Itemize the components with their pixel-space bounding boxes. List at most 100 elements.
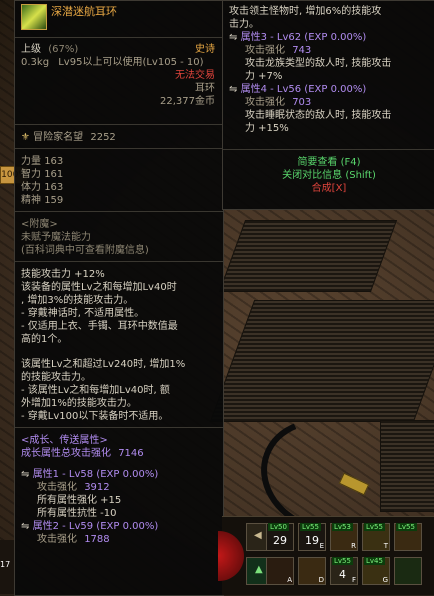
- attr3-atk-row: 攻击强化 743: [229, 44, 429, 57]
- attr3-atk-label: 攻击强化: [245, 45, 285, 56]
- floor-grate: [218, 220, 398, 292]
- stat-value: 161: [44, 169, 64, 180]
- stat-row: 精神 159: [21, 194, 217, 207]
- shuffle-icon: ⇋: [229, 32, 238, 43]
- shuffle-icon: ⇋: [21, 469, 30, 480]
- attr2-header-row: ⇋ 属性2 - Lv59 (EXP 0.00%): [21, 520, 217, 533]
- skill-line: - 穿戴神话时, 不适用属性。: [21, 308, 145, 319]
- attr1-atk-row: 攻击强化 3912: [21, 481, 217, 494]
- arrow-icon: ◀: [254, 530, 262, 541]
- attr1-header-row: ⇋ 属性1 - Lv58 (EXP 0.00%): [21, 468, 217, 481]
- skill-slot[interactable]: Lv55: [394, 523, 422, 551]
- slot-key: T: [383, 542, 388, 550]
- slot-key: R: [351, 542, 356, 550]
- slot-count: 29: [273, 534, 287, 547]
- hp-orb: [218, 531, 244, 581]
- stat-label: 智力: [21, 169, 41, 180]
- attr2-header: 属性2 - Lv59 (EXP 0.00%): [32, 521, 159, 532]
- arrow-icon: ▲: [255, 564, 263, 575]
- attr3-line: 攻击龙族类型的敌人时, 技能攻击: [245, 58, 392, 69]
- attr1-line: 所有属性抗性 -10: [37, 508, 117, 519]
- skill-slot[interactable]: Lv45 G: [362, 557, 390, 585]
- growth-title: <成长、传送属性>: [21, 435, 108, 446]
- item-icon: [21, 4, 47, 30]
- skill-slot[interactable]: A: [266, 557, 294, 585]
- slot-count: 4: [339, 568, 346, 581]
- growth-total-row: 成长属性总攻击强化 7146: [21, 447, 217, 460]
- skill-line: 该属性Lv之和超过Lv240时, 增加1%: [21, 359, 186, 370]
- attr4-atk-row: 攻击强化 703: [229, 96, 429, 109]
- stat-value: 163: [44, 182, 64, 193]
- skill-slot[interactable]: Lv55 T: [362, 523, 390, 551]
- skill-slot[interactable]: Lv55 19 E: [298, 523, 326, 551]
- shuffle-icon: ⇋: [21, 521, 30, 532]
- enchant-line: (百科词典中可查看附魔信息): [21, 245, 149, 256]
- attr4-atk-label: 攻击强化: [245, 97, 285, 108]
- level-requirement: Lv95以上可以使用(Lv105 - 10): [58, 57, 204, 68]
- attr2-atk-row: 攻击强化 1788: [21, 533, 217, 546]
- skill-slot[interactable]: Lv50 29: [266, 523, 294, 551]
- skill-slot[interactable]: D: [298, 557, 326, 585]
- hint-close-compare[interactable]: 关闭对比信息 (Shift): [223, 169, 434, 182]
- attr1-atk-label: 攻击强化: [37, 482, 77, 493]
- slot-level: Lv55: [396, 523, 417, 531]
- stats-block: 力量 163 智力 161 体力 163 精神 159: [15, 149, 223, 211]
- skill-slot[interactable]: Lv55 4 F: [330, 557, 358, 585]
- enchant-block: <附魔> 未赋予魔法能力 (百科词典中可查看附魔信息): [15, 212, 223, 261]
- enchant-title: <附魔>: [21, 219, 58, 230]
- slot-level: Lv55: [332, 557, 353, 565]
- grade-label: 上级: [21, 44, 41, 55]
- stat-label: 力量: [21, 156, 41, 167]
- item-type: 耳环: [195, 83, 215, 94]
- attr1-atk-value: 3912: [84, 482, 110, 493]
- growth-total-value: 7146: [118, 448, 144, 459]
- item-weight: 0.3kg: [21, 57, 50, 68]
- attr4-header: 属性4 - Lv56 (EXP 0.00%): [240, 84, 367, 95]
- slot-level: Lv50: [268, 523, 289, 531]
- stat-row: 力量 163: [21, 155, 217, 168]
- attr3-header: 属性3 - Lv62 (EXP 0.00%): [240, 32, 367, 43]
- skill-line: - 该属性Lv之和每增加Lv40时, 额: [21, 385, 170, 396]
- item-header: 深潜迷航耳环: [15, 1, 223, 37]
- reputation-value: 2252: [90, 132, 116, 143]
- attr1-line: 所有属性强化 +15: [37, 495, 122, 506]
- skill-line: 高的1个。: [21, 334, 68, 345]
- attr4-line: 攻击睡眠状态的敌人时, 技能攻击: [245, 110, 392, 121]
- growth-total-label: 成长属性总攻击强化: [21, 448, 111, 459]
- attr4-line: 力 +15%: [245, 123, 289, 134]
- level-row: 0.3kg Lv95以上可以使用(Lv105 - 10): [21, 56, 217, 69]
- compare-line: 攻击领主怪物时, 增加6%的技能攻: [229, 6, 382, 17]
- slot-key: G: [382, 576, 388, 584]
- stat-label: 精神: [21, 195, 41, 206]
- skill-block: 技能攻击力 +12% 该装备的属性Lv之和每增加Lv40时 , 增加3%的技能攻…: [15, 262, 223, 427]
- rarity-label: 史诗: [195, 44, 215, 55]
- compare-line: 击力。: [229, 19, 259, 30]
- slot-key: F: [351, 576, 356, 584]
- left-hud-number: 17: [0, 560, 11, 569]
- attr3-atk-value: 743: [292, 45, 312, 56]
- hint-synthesize[interactable]: 合成[X]: [223, 182, 434, 195]
- skill-bar: ◀ Lv50 29 Lv55 19 E Lv53 R Lv55 T Lv55 ▲ A D …: [218, 516, 434, 595]
- skill-line: - 仅适用上衣、手镯、耳环中数值最: [21, 321, 178, 332]
- attr3-line: 力 +7%: [245, 71, 283, 82]
- slot-level: Lv45: [364, 557, 385, 565]
- stat-value: 163: [44, 156, 64, 167]
- skill-slot[interactable]: [394, 557, 422, 585]
- hint-brief-view[interactable]: 简要查看 (F4): [223, 156, 434, 169]
- skill-line: , 增加3%的技能攻击力。: [21, 295, 134, 306]
- skill-line: 的技能攻击力。: [21, 372, 91, 383]
- reputation-icon: ⚜: [21, 132, 30, 143]
- attr3-header-row: ⇋ 属性3 - Lv62 (EXP 0.00%): [229, 31, 429, 44]
- skill-slot[interactable]: Lv53 R: [330, 523, 358, 551]
- stat-row: 体力 163: [21, 181, 217, 194]
- slot-level: Lv53: [332, 523, 353, 531]
- item-tooltip: 深潜迷航耳环 上级 (67%) 史诗 0.3kg Lv95以上可以使用(Lv10…: [14, 0, 224, 596]
- trade-status: 无法交易: [175, 70, 215, 81]
- compare-tooltip: 攻击领主怪物时, 增加6%的技能攻 击力。 ⇋ 属性3 - Lv62 (EXP …: [222, 0, 434, 210]
- skill-line: 技能攻击力 +12%: [21, 269, 105, 280]
- reputation-row: ⚜ 冒险家名望 2252: [21, 131, 217, 144]
- stat-label: 体力: [21, 182, 41, 193]
- slot-count: 19: [305, 534, 319, 547]
- slot-key: A: [287, 576, 292, 584]
- skill-line: - 穿戴Lv100以下装备时不适用。: [21, 411, 169, 422]
